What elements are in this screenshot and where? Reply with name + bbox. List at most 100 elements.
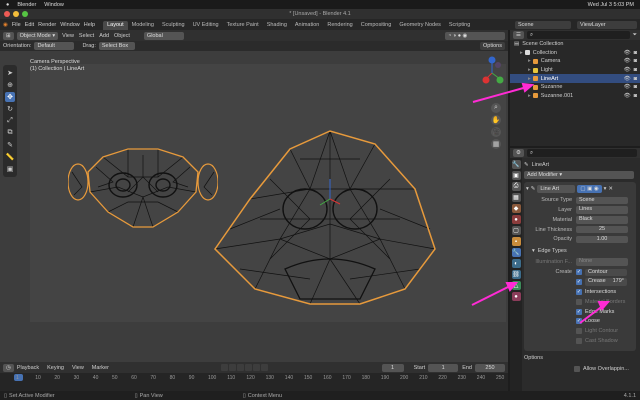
- render-camera-icon[interactable]: ◙: [634, 67, 637, 73]
- expand-chevron-icon[interactable]: ▸: [520, 50, 523, 56]
- timeline-menu-marker[interactable]: Marker: [92, 365, 109, 371]
- edge-type-checkbox[interactable]: ✓: [576, 289, 582, 296]
- next-keyframe-icon[interactable]: [253, 364, 261, 371]
- close-window-button[interactable]: [4, 11, 10, 17]
- perspective-toggle-icon[interactable]: ▦: [491, 139, 501, 149]
- outliner-item-camera[interactable]: ▸ Camera 👁 ◙: [510, 57, 640, 66]
- render-camera-icon[interactable]: ◙: [634, 50, 637, 56]
- tab-rendering[interactable]: Rendering: [323, 21, 356, 30]
- timeline-menu-view[interactable]: View: [72, 365, 84, 371]
- visibility-eye-icon[interactable]: 👁: [624, 76, 631, 82]
- data-tab-icon[interactable]: △: [511, 281, 521, 290]
- minimize-window-button[interactable]: [13, 11, 19, 17]
- timeline-menu-playback[interactable]: Playback: [17, 365, 39, 371]
- outliner-item-suzanne[interactable]: ▸ Suzanne 👁 ◙: [510, 83, 640, 92]
- contour-field[interactable]: Contour: [585, 268, 627, 277]
- scene-selector[interactable]: Scene: [515, 20, 571, 29]
- pan-view-icon[interactable]: ✋: [491, 115, 501, 125]
- mode-dropdown[interactable]: Object Mode ▾: [16, 31, 59, 40]
- mac-menu-window[interactable]: Window: [44, 2, 64, 8]
- collapse-chevron-icon[interactable]: ▾: [526, 186, 529, 192]
- visibility-eye-icon[interactable]: 👁: [624, 50, 631, 56]
- play-icon[interactable]: [245, 364, 253, 371]
- collection-tab-icon[interactable]: ▢: [511, 226, 521, 235]
- tool-tab-icon[interactable]: 🔧: [511, 160, 521, 169]
- menu-help[interactable]: Help: [84, 22, 95, 28]
- properties-search-input[interactable]: ⌕: [526, 149, 637, 157]
- edge-type-checkbox[interactable]: ✓: [576, 308, 582, 315]
- outliner-item-light[interactable]: ▸ Light 👁 ◙: [510, 66, 640, 75]
- visibility-eye-icon[interactable]: 👁: [624, 67, 631, 73]
- modifier-remove-icon[interactable]: ✕: [608, 186, 613, 192]
- navigation-gizmo[interactable]: [478, 53, 506, 93]
- tab-uv-editing[interactable]: UV Editing: [189, 21, 223, 30]
- crease-checkbox[interactable]: ✓: [576, 279, 582, 286]
- modifier-visibility-toggles[interactable]: ▢ ▣ ◉: [577, 184, 602, 193]
- editor-type-button[interactable]: ⊞: [3, 31, 14, 40]
- current-frame-field[interactable]: 1: [381, 363, 404, 372]
- contour-checkbox[interactable]: ✓: [576, 269, 582, 276]
- edge-types-header[interactable]: ▾ Edge Types: [532, 247, 634, 256]
- expand-chevron-icon[interactable]: ▸: [528, 76, 531, 82]
- edge-type-checkbox[interactable]: [576, 338, 582, 345]
- visibility-eye-icon[interactable]: 👁: [624, 58, 631, 64]
- tab-shading[interactable]: Shading: [263, 21, 291, 30]
- tab-modeling[interactable]: Modeling: [128, 21, 158, 30]
- edge-type-checkbox[interactable]: [576, 328, 582, 335]
- rotate-tool-icon[interactable]: ↻: [5, 104, 15, 114]
- field-value[interactable]: Black: [576, 216, 628, 224]
- world-tab-icon[interactable]: ●: [511, 215, 521, 224]
- annotate-tool-icon[interactable]: ✎: [5, 140, 15, 150]
- outliner-editor-type-button[interactable]: ☰: [513, 31, 524, 39]
- suzanne-small-lineart[interactable]: [68, 127, 218, 237]
- jump-end-icon[interactable]: [261, 364, 269, 371]
- options-header[interactable]: Options: [524, 354, 640, 363]
- tab-sculpting[interactable]: Sculpting: [158, 21, 189, 30]
- material-tab-icon[interactable]: ●: [511, 292, 521, 301]
- menu-file[interactable]: File: [12, 22, 21, 28]
- outliner-item-lineart[interactable]: ▸ LineArt 👁 ◙: [510, 74, 640, 83]
- edge-type-checkbox[interactable]: [576, 298, 582, 305]
- tab-animation[interactable]: Animation: [291, 21, 323, 30]
- tab-scripting[interactable]: Scripting: [445, 21, 474, 30]
- zoom-window-button[interactable]: [22, 11, 28, 17]
- outliner-item-suzanne-001[interactable]: ▸ Suzanne.001 👁 ◙: [510, 92, 640, 101]
- menu-window[interactable]: Window: [60, 22, 80, 28]
- transform-tool-icon[interactable]: ⧉: [5, 128, 15, 138]
- blender-logo-icon[interactable]: ◉: [3, 22, 8, 28]
- outliner-search-input[interactable]: ⌕: [526, 31, 630, 39]
- filter-icon[interactable]: ⏷: [633, 32, 637, 39]
- outliner-item-collection[interactable]: ▸ Collection 👁 ◙: [510, 49, 640, 58]
- constraints-tab-icon[interactable]: ⛓: [511, 270, 521, 279]
- camera-view-icon[interactable]: 🎥: [491, 127, 501, 137]
- output-tab-icon[interactable]: ⎙: [511, 182, 521, 191]
- field-value[interactable]: Lines: [576, 206, 628, 214]
- mac-menu-app[interactable]: Blender: [17, 2, 36, 8]
- expand-chevron-icon[interactable]: ▸: [528, 67, 531, 73]
- modifier-name-field[interactable]: Line Art: [537, 184, 576, 193]
- start-frame-field[interactable]: 1: [428, 363, 459, 372]
- timeline-ruler[interactable]: 1 10 20 30 40 50 60 70 80 90 100 110 120 130 140 150 160…: [0, 373, 508, 391]
- field-value[interactable]: 25: [576, 225, 628, 234]
- play-reverse-icon[interactable]: [237, 364, 245, 371]
- menu-edit[interactable]: Edit: [25, 22, 34, 28]
- tab-geometry-nodes[interactable]: Geometry Nodes: [395, 21, 445, 30]
- timeline-editor-type-button[interactable]: ◷: [3, 363, 14, 372]
- scale-tool-icon[interactable]: ⤢: [5, 116, 15, 126]
- view-layer-tab-icon[interactable]: ▦: [511, 193, 521, 202]
- scene-tab-icon[interactable]: ◆: [511, 204, 521, 213]
- transform-orientation-dropdown[interactable]: Global: [143, 31, 184, 40]
- illumination-dropdown[interactable]: None: [576, 258, 628, 266]
- viewport-menu-select[interactable]: Select: [79, 33, 94, 39]
- visibility-eye-icon[interactable]: 👁: [624, 93, 631, 99]
- outliner-scene-collection[interactable]: ▤ Scene Collection: [510, 40, 640, 49]
- viewport-menu-object[interactable]: Object: [114, 33, 130, 39]
- render-tab-icon[interactable]: ▣: [511, 171, 521, 180]
- tweak-tool-icon[interactable]: ➤: [5, 68, 15, 78]
- render-camera-icon[interactable]: ◙: [634, 58, 637, 64]
- viewport-menu-view[interactable]: View: [62, 33, 74, 39]
- menu-render[interactable]: Render: [38, 22, 56, 28]
- visibility-eye-icon[interactable]: 👁: [624, 84, 631, 90]
- expand-chevron-icon[interactable]: ▸: [528, 84, 531, 90]
- edge-type-checkbox[interactable]: ✓: [576, 318, 582, 325]
